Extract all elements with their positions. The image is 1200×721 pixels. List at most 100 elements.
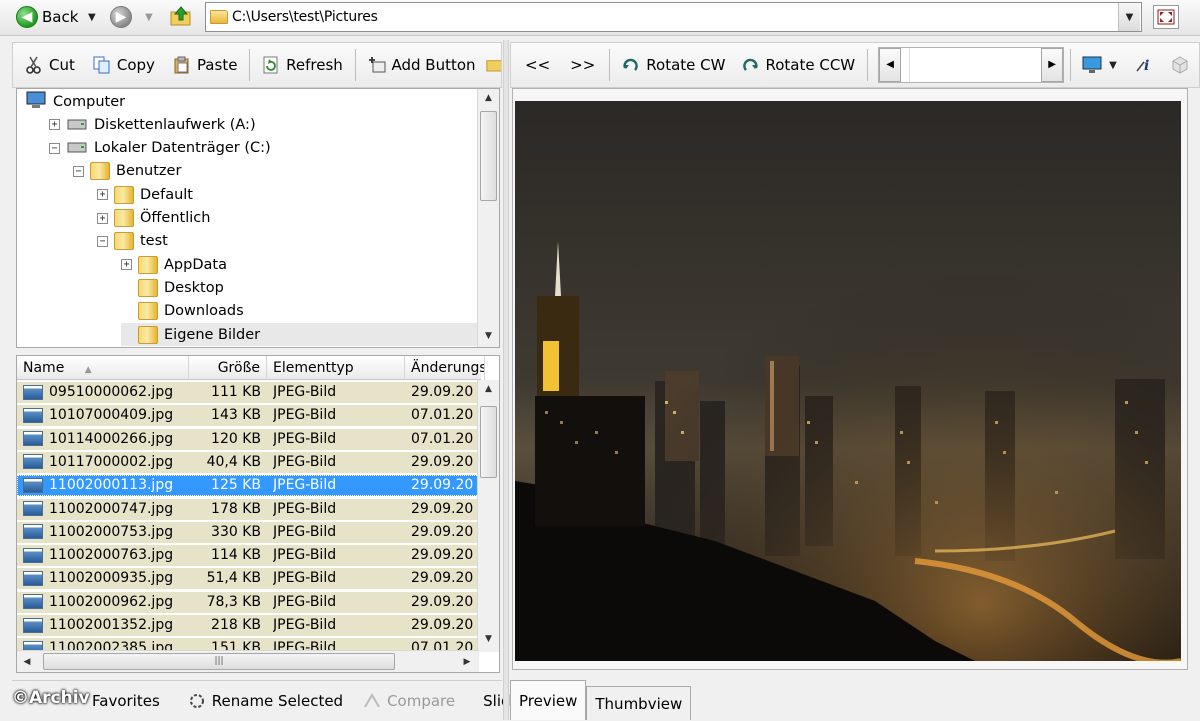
file-size: 125 KB [211, 477, 261, 494]
fullscreen-button[interactable] [1153, 5, 1179, 29]
tree-item[interactable]: Eigene Bilder [121, 323, 483, 346]
computer-icon [25, 91, 47, 113]
image-preview-panel[interactable] [512, 88, 1188, 670]
file-name: 10117000002.jpg [49, 453, 174, 470]
file-row[interactable]: 11002000962.jpg 78,3 KB JPEG-Bild 29.09.20 [17, 591, 479, 614]
address-path: C:\Users\test\Pictures [232, 9, 378, 25]
address-field[interactable]: C:\Users\test\Pictures [205, 2, 1142, 32]
file-row[interactable]: 10107000409.jpg 143 KB JPEG-Bild 07.01.20 [17, 404, 479, 427]
next-image-button[interactable]: >> [562, 52, 603, 78]
expand-icon[interactable]: + [121, 259, 132, 271]
slider-left-arrow[interactable]: ◀ [879, 48, 902, 82]
expand-icon[interactable]: + [49, 119, 60, 131]
column-header-size[interactable]: Größe [189, 356, 267, 380]
scroll-down-arrow[interactable]: ▼ [478, 630, 499, 648]
back-history-dropdown[interactable]: ▼ [88, 12, 96, 23]
jpeg-file-icon [23, 501, 43, 516]
expand-icon[interactable]: + [97, 189, 108, 201]
jpeg-file-icon [23, 431, 43, 447]
tree-item[interactable]: + AppData [121, 253, 227, 276]
file-modified-date: 29.09.20 [411, 570, 474, 587]
file-name-cell: 11002000113.jpg [23, 474, 189, 497]
folder-icon [138, 325, 158, 344]
up-folder-button[interactable] [170, 5, 192, 27]
tree-item[interactable]: + Default [97, 183, 193, 206]
slider-right-arrow[interactable]: ▶ [1041, 48, 1064, 82]
copy-button[interactable]: Copy [85, 52, 163, 78]
tab-thumbview[interactable]: Thumbview [586, 686, 692, 720]
scroll-right-arrow[interactable]: ▶ [457, 653, 477, 671]
display-mode-button[interactable]: ▼ [1077, 52, 1121, 78]
paste-button[interactable]: Paste [165, 52, 246, 78]
previous-image-button[interactable]: << [517, 52, 558, 78]
folder-icon[interactable] [485, 56, 501, 74]
jpeg-file-icon [23, 617, 43, 633]
file-row[interactable]: 11002000747.jpg 178 KB JPEG-Bild 29.09.20 [17, 498, 479, 521]
rename-selected-button[interactable]: Rename Selected [180, 688, 351, 714]
scroll-up-arrow[interactable]: ▲ [478, 89, 499, 107]
collapse-icon[interactable]: − [73, 165, 84, 177]
file-list-horizontal-scrollbar[interactable]: ◀ ||| ▶ [17, 650, 479, 672]
collapse-icon[interactable]: − [49, 142, 60, 154]
forward-history-dropdown[interactable]: ▼ [145, 12, 153, 23]
column-header-type[interactable]: Elementtyp [267, 356, 405, 380]
tree-item[interactable]: − Lokaler Datenträger (C:) [49, 137, 271, 160]
file-name: 10114000266.jpg [49, 430, 174, 447]
3d-view-button[interactable] [1167, 52, 1193, 78]
image-info-button[interactable]: i [1125, 52, 1163, 78]
file-row[interactable]: 11002000113.jpg 125 KB JPEG-Bild 29.09.20 [17, 474, 479, 497]
file-list[interactable]: Name ▲ Größe Elementtyp Änderungsda 0951… [16, 355, 500, 673]
forward-button[interactable]: ▶ [110, 6, 132, 28]
column-header-name[interactable]: Name ▲ [17, 356, 189, 380]
column-header-date[interactable]: Änderungsda [405, 356, 485, 380]
tree-item[interactable]: Downloads [121, 300, 244, 323]
address-dropdown-button[interactable]: ▼ [1118, 3, 1140, 31]
collapse-icon[interactable]: − [97, 235, 108, 247]
file-list-scrollbar[interactable]: ▲ ▼ [477, 380, 499, 652]
scroll-up-arrow[interactable]: ▲ [478, 380, 499, 398]
file-modified-date: 29.09.20 [411, 477, 474, 494]
tree-item[interactable]: − Benutzer [73, 160, 181, 183]
tree-item[interactable]: + Öffentlich [97, 207, 210, 230]
tree-scrollbar[interactable]: ▲ ▼ [477, 89, 499, 347]
refresh-button[interactable]: Refresh [254, 52, 351, 78]
svg-text:i: i [1144, 58, 1149, 74]
rotate-cw-button[interactable]: Rotate CW [616, 52, 731, 78]
folder-tree[interactable]: Computer + Diskettenlaufwerk (A:) − Lokaler … [16, 88, 500, 348]
add-button-label: Add Button [391, 56, 476, 74]
cut-button[interactable]: Cut [17, 52, 83, 78]
horizontal-scroll-thumb[interactable]: ||| [43, 653, 395, 670]
panel-splitter[interactable] [503, 40, 509, 720]
compare-button[interactable]: Compare [355, 688, 463, 714]
file-list-scroll-thumb[interactable] [480, 406, 497, 478]
tree-item[interactable]: + Diskettenlaufwerk (A:) [49, 113, 256, 136]
scroll-down-arrow[interactable]: ▼ [478, 327, 499, 345]
file-row[interactable]: 10114000266.jpg 120 KB JPEG-Bild 07.01.20 [17, 428, 479, 451]
tree-item[interactable]: − test [97, 230, 168, 253]
tree-item[interactable]: Computer [25, 90, 125, 113]
floppy-drive-icon [66, 114, 88, 136]
file-type: JPEG-Bild [273, 593, 337, 610]
zoom-slider[interactable]: ◀ ▶ [878, 47, 1065, 83]
copy-icon [93, 56, 110, 74]
file-row[interactable]: 10117000002.jpg 40,4 KB JPEG-Bild 29.09.20 [17, 451, 479, 474]
folder-icon [138, 278, 158, 297]
add-button-button[interactable]: Add Button [360, 52, 484, 78]
tab-preview[interactable]: Preview [510, 680, 587, 720]
file-row[interactable]: 11002000753.jpg 330 KB JPEG-Bild 29.09.20 [17, 521, 479, 544]
file-row[interactable]: 09510000062.jpg 111 KB JPEG-Bild 29.09.20 [17, 381, 479, 404]
file-row[interactable]: 11002000935.jpg 51,4 KB JPEG-Bild 29.09.20 [17, 567, 479, 590]
back-button[interactable]: ◀ Back [16, 6, 78, 28]
file-name-cell: 10107000409.jpg [23, 404, 189, 427]
refresh-icon [263, 56, 278, 74]
tree-scroll-thumb[interactable] [480, 111, 497, 201]
scroll-left-arrow[interactable]: ◀ [17, 653, 37, 671]
file-row[interactable]: 11002000763.jpg 114 KB JPEG-Bild 29.09.20 [17, 544, 479, 567]
expand-icon[interactable]: + [97, 212, 108, 224]
preview-photo[interactable] [515, 101, 1181, 661]
file-type: JPEG-Bild [273, 477, 337, 494]
file-row[interactable]: 11002001352.jpg 218 KB JPEG-Bild 29.09.20 [17, 614, 479, 637]
rotate-ccw-button[interactable]: Rotate CCW [735, 52, 861, 78]
tree-item[interactable]: Desktop [121, 276, 224, 299]
tree-item-label: Computer [53, 93, 126, 110]
